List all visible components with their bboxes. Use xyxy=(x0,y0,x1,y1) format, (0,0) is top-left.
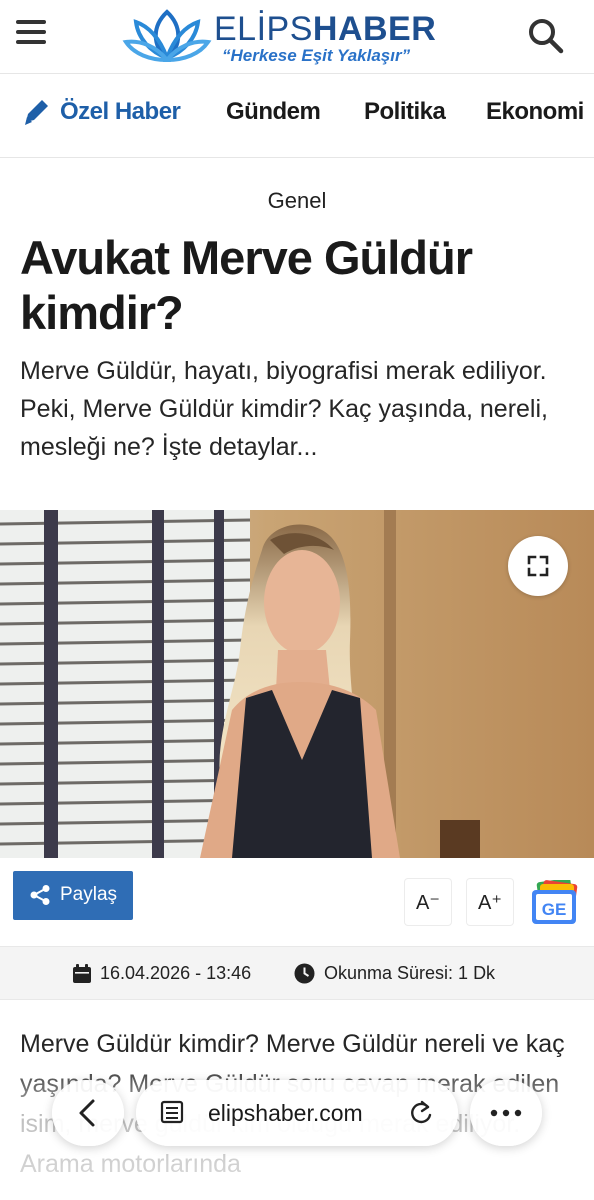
font-increase-button[interactable]: A⁺ xyxy=(466,878,514,926)
nav-item-ozel-haber[interactable]: Özel Haber xyxy=(60,98,181,126)
site-header: ELİPSHABER “Herkese Eşit Yaklaşır” xyxy=(0,0,594,74)
reload-icon[interactable] xyxy=(406,1098,436,1128)
category-nav: Özel Haber Gündem Politika Ekonomi xyxy=(0,74,594,158)
share-button[interactable]: Paylaş xyxy=(13,871,133,920)
article-photo xyxy=(0,510,594,858)
pencil-icon xyxy=(25,100,48,125)
fullscreen-button[interactable] xyxy=(508,536,568,596)
lotus-logo-icon xyxy=(122,9,212,63)
search-icon[interactable] xyxy=(526,16,566,56)
clock-icon xyxy=(294,963,315,984)
article-summary: Merve Güldür, hayatı, biyografisi merak … xyxy=(20,357,548,461)
expand-icon xyxy=(527,555,549,577)
nav-item-politika[interactable]: Politika xyxy=(364,98,446,126)
share-label: Paylaş xyxy=(60,884,118,905)
nav-item-gundem[interactable]: Gündem xyxy=(226,98,321,126)
browser-back-button[interactable] xyxy=(52,1080,124,1146)
publish-date-text: 16.04.2026 - 13:46 xyxy=(100,963,252,983)
chevron-left-icon xyxy=(79,1099,95,1127)
reader-mode-icon xyxy=(160,1100,184,1124)
nav-item-ekonomi[interactable]: Ekonomi xyxy=(486,98,584,126)
browser-more-button[interactable] xyxy=(470,1080,542,1146)
browser-url: elipshaber.com xyxy=(208,1100,363,1126)
browser-address-bar[interactable]: elipshaber.com xyxy=(136,1080,458,1146)
font-decrease-button[interactable]: A⁻ xyxy=(404,878,452,926)
calendar-icon xyxy=(73,964,91,983)
site-logo[interactable]: ELİPSHABER “Herkese Eşit Yaklaşır” xyxy=(122,6,442,68)
reading-time-text: Okunma Süresi: 1 Dk xyxy=(324,963,496,983)
logo-wordmark: ELİPSHABER xyxy=(214,10,437,48)
more-dots-icon xyxy=(490,1109,522,1117)
hamburger-menu-icon[interactable] xyxy=(16,20,50,50)
google-news-label: GE xyxy=(542,900,567,919)
article-meta: 16.04.2026 - 13:46 Okunma Süresi: 1 Dk xyxy=(0,946,594,1000)
share-icon xyxy=(30,885,50,905)
google-news-button[interactable]: GE xyxy=(530,878,582,926)
google-news-icon: GE xyxy=(532,878,578,924)
article-category[interactable]: Genel xyxy=(0,188,594,214)
logo-slogan: “Herkese Eşit Yaklaşır” xyxy=(222,46,411,65)
article-title: Avukat Merve Güldür kimdir? xyxy=(20,231,473,339)
